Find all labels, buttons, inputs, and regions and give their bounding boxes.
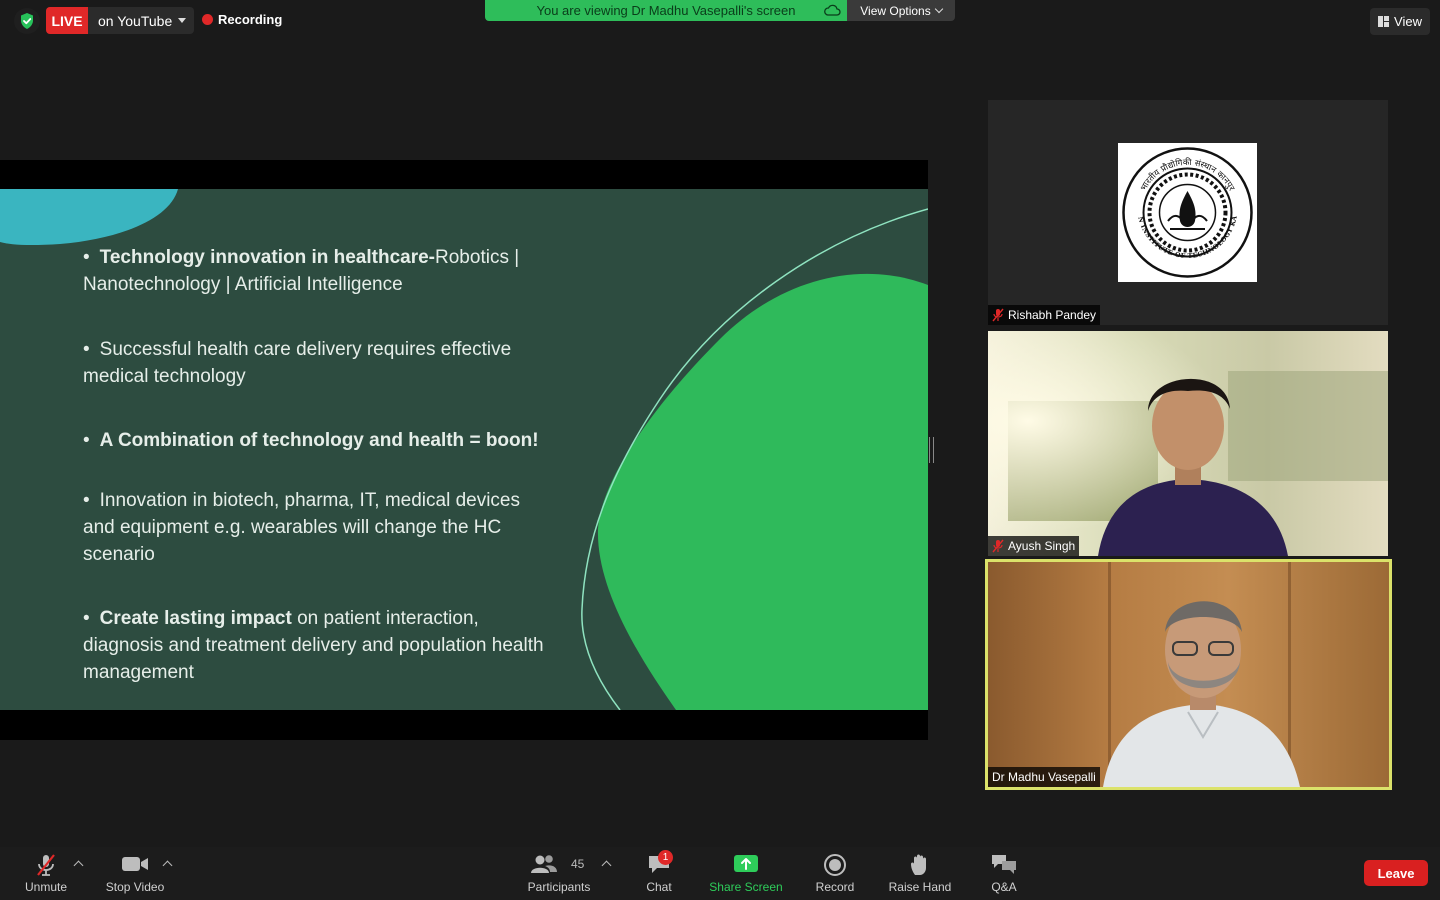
live-platform-label: on YouTube: [98, 12, 173, 29]
iit-kanpur-logo: भारतीय प्रौद्योगिकी संस्थान कानपुर INDIA…: [1114, 137, 1257, 282]
share-screen-button[interactable]: Share Screen: [704, 847, 788, 900]
chat-unread-badge: 1: [658, 850, 673, 865]
security-shield-icon[interactable]: [14, 8, 40, 34]
unmute-button[interactable]: Unmute: [18, 847, 74, 900]
shared-screen: • Technology innovation in healthcare-Rob…: [0, 160, 928, 740]
participant-video: [988, 331, 1388, 556]
muted-mic-icon: [992, 308, 1004, 322]
slide-bullet: • A Combination of technology and health …: [83, 430, 539, 451]
participants-options-caret-icon[interactable]: [601, 860, 612, 871]
recording-label: Recording: [218, 12, 283, 27]
view-options-button[interactable]: View Options: [847, 0, 955, 21]
raise-hand-button[interactable]: Raise Hand: [884, 847, 956, 900]
slide-bullet: • Create lasting impact on patient intera…: [83, 608, 544, 683]
share-screen-label: Share Screen: [709, 880, 783, 894]
participant-name: Dr Madhu Vasepalli: [992, 770, 1096, 784]
video-camera-icon: [122, 857, 148, 871]
qa-label: Q&A: [991, 880, 1017, 894]
live-badge: LIVE: [46, 7, 88, 34]
meeting-toolbar: Unmute Stop Video 45 Participants 1 Chat: [0, 847, 1440, 900]
slide-bullet: • Successful health care delivery require…: [83, 339, 512, 387]
record-icon: [824, 854, 846, 876]
participant-tile-active-speaker[interactable]: Dr Madhu Vasepalli: [985, 559, 1392, 790]
audio-options-caret-icon[interactable]: [73, 860, 84, 871]
participants-button[interactable]: 45 Participants: [522, 847, 596, 900]
unmute-label: Unmute: [24, 880, 68, 894]
viewing-screen-text: You are viewing Dr Madhu Vasepalli's scr…: [536, 3, 796, 18]
chat-label: Chat: [646, 880, 672, 894]
participant-name: Rishabh Pandey: [1008, 308, 1097, 322]
chevron-down-icon: [934, 4, 943, 14]
panel-resize-handle[interactable]: [929, 437, 934, 463]
record-dot-icon: [202, 14, 213, 25]
view-layout-button[interactable]: View: [1370, 8, 1430, 35]
participants-label: Participants: [527, 880, 591, 894]
slide-bullet: • Technology innovation in healthcare-Rob…: [83, 247, 520, 295]
participant-tile[interactable]: Ayush Singh: [988, 331, 1388, 556]
share-screen-icon: [734, 855, 758, 872]
participant-tile[interactable]: भारतीय प्रौद्योगिकी संस्थान कानपुर INDIA…: [988, 100, 1388, 325]
raise-hand-icon: [911, 854, 926, 875]
chat-button[interactable]: 1 Chat: [636, 847, 682, 900]
viewing-screen-banner: You are viewing Dr Madhu Vasepalli's scr…: [485, 0, 847, 21]
caret-down-icon: [178, 18, 186, 23]
grid-layout-icon: [1378, 16, 1390, 27]
record-label: Record: [815, 880, 855, 894]
stop-video-button[interactable]: Stop Video: [100, 847, 170, 900]
leave-meeting-button[interactable]: Leave: [1364, 860, 1428, 886]
participant-name-tag: Ayush Singh: [988, 536, 1080, 556]
view-options-label: View Options: [860, 3, 931, 18]
recording-indicator[interactable]: Recording: [202, 12, 282, 27]
qa-bubbles-icon: [992, 855, 1016, 874]
participant-name: Ayush Singh: [1008, 539, 1076, 553]
raise-hand-label: Raise Hand: [888, 880, 952, 894]
slide-bullet: • Innovation in biotech, pharma, IT, medi…: [83, 490, 520, 565]
stop-video-label: Stop Video: [105, 880, 165, 894]
participants-count: 45: [571, 857, 585, 871]
participant-name-tag: Dr Madhu Vasepalli: [988, 767, 1100, 787]
view-label: View: [1394, 14, 1422, 29]
participant-name-tag: Rishabh Pandey: [988, 305, 1101, 325]
cloud-icon: [824, 4, 841, 16]
muted-mic-icon: [992, 539, 1004, 553]
participants-icon: [531, 855, 557, 873]
presentation-slide: • Technology innovation in healthcare-Rob…: [0, 189, 928, 710]
qa-button[interactable]: Q&A: [984, 847, 1024, 900]
participant-video: [988, 562, 1389, 787]
muted-mic-icon: [37, 854, 55, 876]
record-button[interactable]: Record: [810, 847, 860, 900]
live-stream-menu[interactable]: LIVE on YouTube: [46, 7, 194, 34]
